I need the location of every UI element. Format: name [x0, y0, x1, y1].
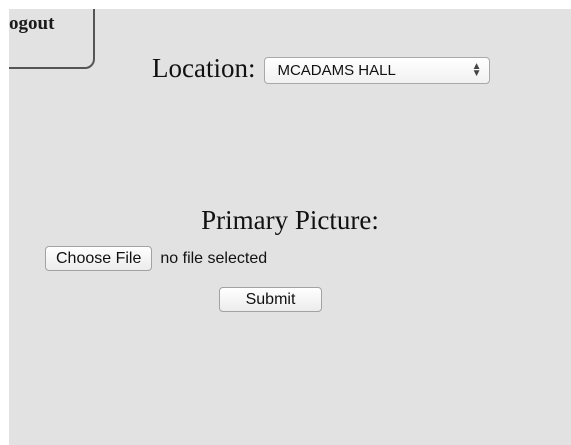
- main-content: ogout Location: MCADAMS HALL ▲ ▼ Primary …: [9, 9, 571, 445]
- file-input: Choose File no file selected: [45, 246, 267, 271]
- file-status: no file selected: [160, 249, 268, 267]
- location-select[interactable]: MCADAMS HALL ▲ ▼: [264, 56, 491, 84]
- submit-button[interactable]: Submit: [219, 287, 322, 312]
- location-row: Location: MCADAMS HALL ▲ ▼: [152, 53, 491, 84]
- logout-label: ogout: [9, 13, 55, 34]
- location-select-value: MCADAMS HALL: [277, 61, 396, 79]
- up-down-chevron-icon: ▲ ▼: [471, 60, 482, 79]
- location-label: Location:: [152, 53, 256, 83]
- logout-button[interactable]: ogout: [9, 9, 95, 69]
- primary-picture-label: Primary Picture:: [201, 205, 379, 235]
- choose-file-button[interactable]: Choose File: [45, 246, 153, 271]
